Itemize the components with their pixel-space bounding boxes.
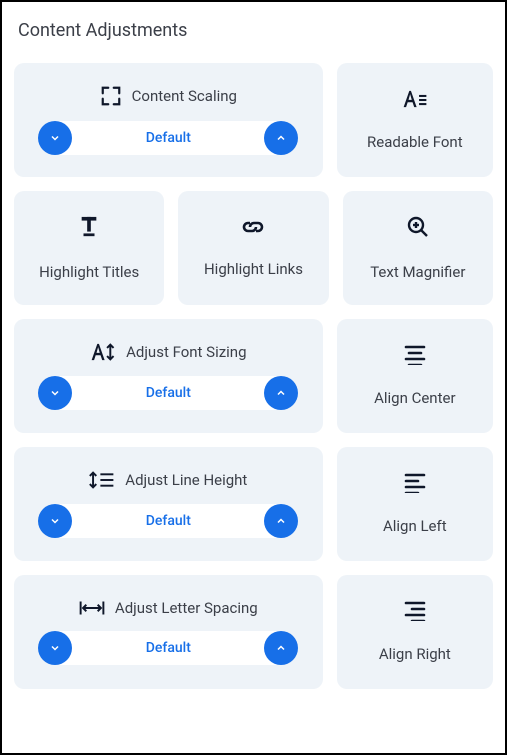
decrease-button[interactable] [38,631,72,665]
row-5: Adjust Letter Spacing Default Align Righ… [14,575,493,689]
highlight-titles-label: Highlight Titles [39,263,139,281]
align-center-card[interactable]: Align Center [337,319,493,433]
letter-spacing-card[interactable]: Adjust Letter Spacing Default [14,575,323,689]
increase-button[interactable] [264,121,298,155]
increase-button[interactable] [264,376,298,410]
text-magnifier-card[interactable]: Text Magnifier [343,191,493,305]
line-height-spinner: Default [38,504,298,538]
card-head: Content Scaling [100,85,237,107]
highlight-titles-card[interactable]: Highlight Titles [14,191,164,305]
content-scaling-spinner: Default [38,121,298,155]
card-head: Adjust Line Height [89,470,247,490]
font-size-icon [90,342,116,362]
content-scaling-card[interactable]: Content Scaling Default [14,63,323,177]
content-scaling-value: Default [72,130,264,146]
align-right-card[interactable]: Align Right [337,575,493,689]
content-scaling-label: Content Scaling [132,87,237,105]
adjustments-grid: Content Scaling Default Readable Font [14,63,493,689]
letter-spacing-label: Adjust Letter Spacing [115,599,258,617]
decrease-button[interactable] [38,121,72,155]
highlight-links-label: Highlight Links [204,260,303,278]
align-left-card[interactable]: Align Left [337,447,493,561]
increase-button[interactable] [264,631,298,665]
align-left-label: Align Left [383,517,447,535]
row-1: Content Scaling Default Readable Font [14,63,493,177]
row-3: Adjust Font Sizing Default Align Center [14,319,493,433]
link-icon [241,218,265,240]
card-head: Adjust Font Sizing [90,342,246,362]
line-height-label: Adjust Line Height [125,471,247,489]
line-height-icon [89,470,115,490]
row-2: Highlight Titles Highlight Links Text Ma… [14,191,493,305]
magnifier-plus-icon [406,215,430,243]
expand-icon [100,85,122,107]
letter-spacing-value: Default [72,640,264,656]
font-sizing-label: Adjust Font Sizing [126,343,246,361]
font-sizing-card[interactable]: Adjust Font Sizing Default [14,319,323,433]
line-height-value: Default [72,513,264,529]
highlight-links-card[interactable]: Highlight Links [178,191,328,305]
readable-font-icon [402,89,428,113]
row-4: Adjust Line Height Default Align Left [14,447,493,561]
text-magnifier-label: Text Magnifier [370,263,465,281]
decrease-button[interactable] [38,504,72,538]
increase-button[interactable] [264,504,298,538]
align-center-icon [403,345,427,369]
letter-spacing-icon [79,599,105,617]
readable-font-card[interactable]: Readable Font [337,63,493,177]
card-head: Adjust Letter Spacing [79,599,258,617]
line-height-card[interactable]: Adjust Line Height Default [14,447,323,561]
title-icon [78,215,100,243]
readable-font-label: Readable Font [367,133,463,151]
align-left-icon [403,473,427,497]
font-sizing-spinner: Default [38,376,298,410]
align-right-icon [403,601,427,625]
letter-spacing-spinner: Default [38,631,298,665]
decrease-button[interactable] [38,376,72,410]
align-center-label: Align Center [374,389,455,407]
section-title: Content Adjustments [14,14,493,47]
font-sizing-value: Default [72,385,264,401]
align-right-label: Align Right [379,645,451,663]
